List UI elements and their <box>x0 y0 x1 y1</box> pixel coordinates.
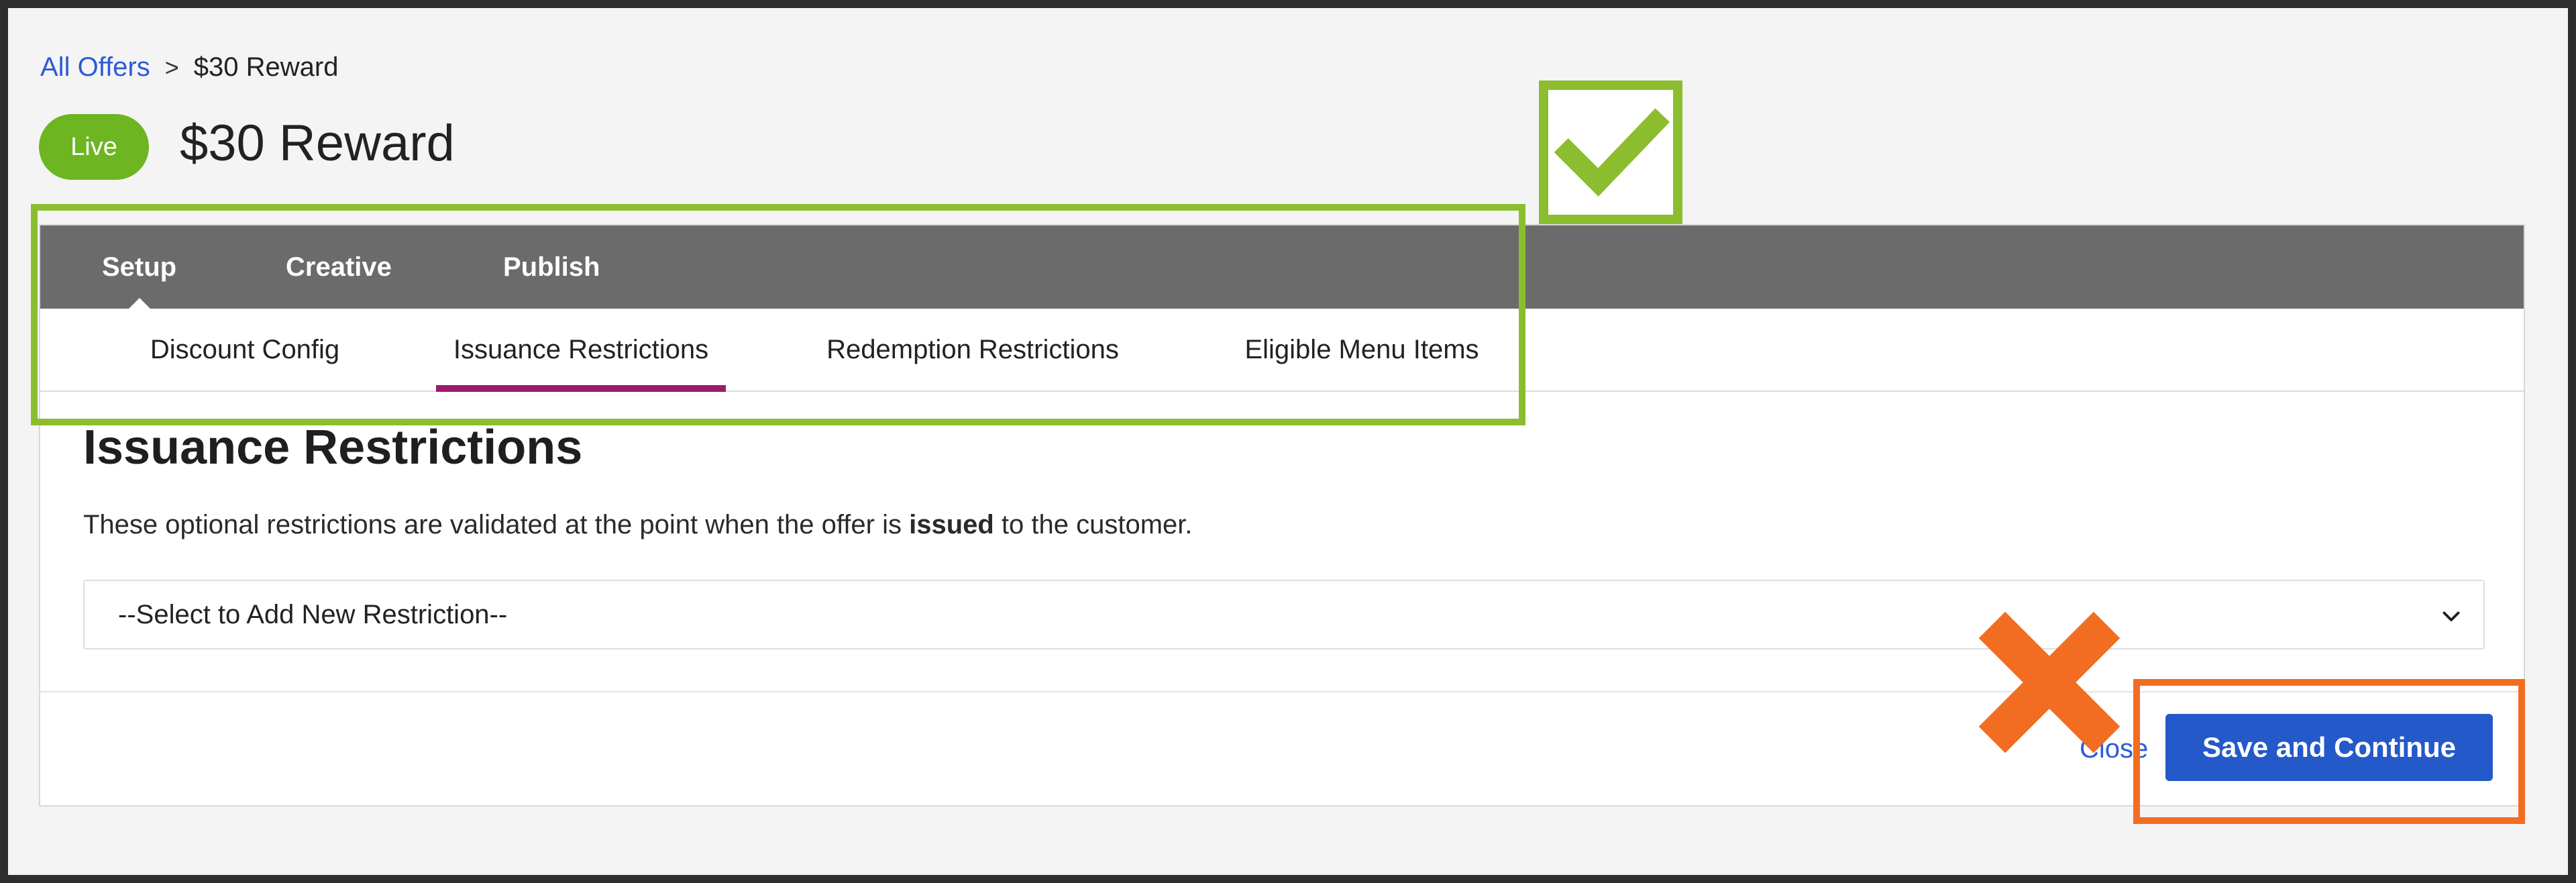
add-restriction-select[interactable]: --Select to Add New Restriction-- <box>83 580 2485 650</box>
section-description-emphasis: issued <box>909 510 994 539</box>
annotation-highlight-box-orange <box>2133 679 2525 824</box>
checkmark-icon <box>1554 108 1670 197</box>
breadcrumb: All Offers > $30 Reward <box>40 52 338 83</box>
breadcrumb-all-offers-link[interactable]: All Offers <box>40 52 150 83</box>
status-badge: Live <box>39 114 149 180</box>
section-description-text: These optional restrictions are validate… <box>83 510 910 539</box>
annotation-highlight-box-green <box>31 204 1525 425</box>
chevron-down-icon <box>2443 611 2460 621</box>
annotation-checkmark-icon <box>1539 81 1682 224</box>
section-description: These optional restrictions are validate… <box>83 510 1193 540</box>
section-title: Issuance Restrictions <box>83 421 583 474</box>
annotation-x-icon <box>1978 611 2121 754</box>
page-title: $30 Reward <box>180 115 455 172</box>
breadcrumb-current: $30 Reward <box>193 52 339 82</box>
screenshot-frame: All Offers > $30 Reward Live $30 Reward … <box>0 0 2576 883</box>
section-description-tail: to the customer. <box>994 510 1193 539</box>
add-restriction-select-value: --Select to Add New Restriction-- <box>118 599 508 629</box>
breadcrumb-separator: > <box>164 53 179 81</box>
